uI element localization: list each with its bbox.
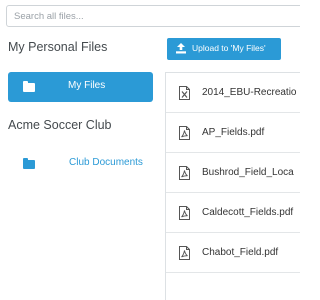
club-heading: Acme Soccer Club [8,118,112,132]
pdf-file-icon [179,166,190,180]
sidebar-item-label: My Files [68,80,106,91]
file-row[interactable]: Caldecott_Fields.pdf [166,193,300,233]
file-name: Chabot_Field.pdf [202,247,279,258]
file-browser: My Personal Files My Files Acme Soccer C… [0,0,300,300]
sidebar-item-club-documents[interactable]: Club Documents [8,149,153,177]
file-row[interactable]: Chabot_Field.pdf [166,233,300,273]
upload-icon [176,43,186,54]
search-input[interactable] [6,5,300,27]
personal-files-heading: My Personal Files [8,40,108,54]
folder-icon [23,158,35,169]
upload-button-label: Upload to 'My Files' [192,43,266,53]
spreadsheet-file-icon [179,86,190,100]
file-row[interactable]: Bushrod_Field_Loca [166,153,300,193]
pdf-file-icon [179,206,190,220]
file-list: 2014_EBU-Recreatio AP_Fields.pdf Bushrod… [165,72,300,300]
sidebar-item-my-files[interactable]: My Files [8,72,153,102]
sidebar-item-label: Club Documents [69,157,143,168]
file-row[interactable]: AP_Fields.pdf [166,113,300,153]
file-name: AP_Fields.pdf [202,127,265,138]
pdf-file-icon [179,126,190,140]
pdf-file-icon [179,246,190,260]
file-row[interactable]: 2014_EBU-Recreatio [166,73,300,113]
file-name: Bushrod_Field_Loca [202,167,294,178]
file-name: Caldecott_Fields.pdf [202,207,294,218]
upload-button[interactable]: Upload to 'My Files' [167,38,281,60]
folder-icon [23,81,35,92]
file-name: 2014_EBU-Recreatio [202,87,297,98]
